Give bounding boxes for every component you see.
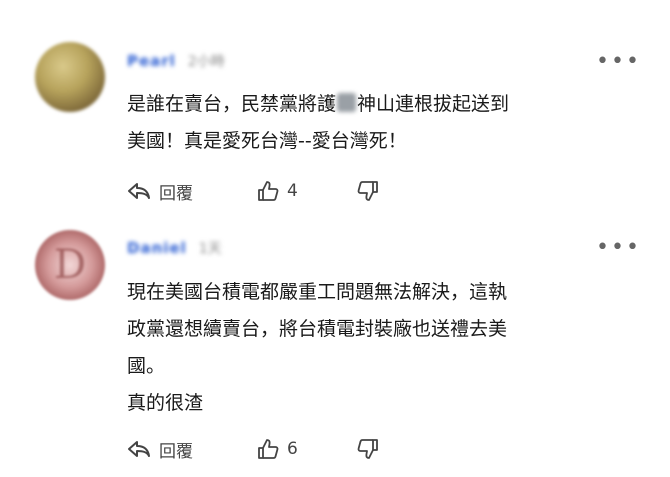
- reply-button[interactable]: 回覆: [127, 179, 257, 204]
- comment-item: Pearl 2小時 ••• 是誰在賣台，民禁黨將護 神山連根拔起送到 美國！真是愛…: [0, 0, 670, 230]
- reply-button[interactable]: 回覆: [127, 437, 257, 462]
- comment-item: D Daniel 1天 ••• 現在美國台積電都嚴重工問題無法解決，這執 政黨還…: [0, 230, 670, 477]
- comment-timestamp: 1天: [198, 241, 222, 257]
- like-button[interactable]: 6: [257, 438, 357, 460]
- comment-actions: 回覆 6: [127, 436, 379, 462]
- redacted-char: [337, 93, 357, 112]
- comment-actions: 回覆 4: [127, 178, 379, 204]
- avatar[interactable]: [35, 42, 105, 112]
- reply-arrow-icon: [128, 441, 150, 457]
- thumbs-down-icon: [357, 181, 378, 201]
- comment-header: Daniel 1天: [127, 237, 222, 259]
- thumbs-down-icon: [357, 439, 378, 459]
- like-button[interactable]: 4: [257, 180, 357, 202]
- avatar[interactable]: D: [35, 230, 105, 300]
- comment-line: 國。: [127, 355, 166, 377]
- comment-line: 真的很渣: [127, 392, 204, 414]
- author-name[interactable]: Daniel: [127, 239, 187, 257]
- author-name[interactable]: Pearl: [127, 52, 176, 70]
- thumbs-up-icon: [258, 439, 279, 459]
- comment-line: 政黨還想續賣台，將台積電封裝廠也送禮去美: [127, 318, 508, 340]
- more-options-icon[interactable]: •••: [596, 51, 639, 73]
- dislike-button[interactable]: [357, 438, 379, 460]
- comment-line: 美國！真是愛死台灣--愛台灣死！: [127, 130, 407, 152]
- avatar-letter-icon: D: [53, 242, 87, 288]
- comment-text: 現在美國台積電都嚴重工問題無法解決，這執 政黨還想續賣台，將台積電封裝廠也送禮去…: [127, 274, 647, 422]
- thumbs-up-icon: [258, 181, 279, 201]
- comment-text: 是誰在賣台，民禁黨將護 神山連根拔起送到 美國！真是愛死台灣--愛台灣死！: [127, 86, 647, 160]
- comment-line: 是誰在賣台，民禁黨將護: [127, 93, 337, 115]
- comment-header: Pearl 2小時: [127, 50, 225, 72]
- dislike-button[interactable]: [357, 180, 379, 202]
- reply-arrow-icon: [128, 183, 150, 199]
- comment-line: 神山連根拔起送到: [357, 93, 510, 115]
- reply-label: 回覆: [159, 441, 193, 462]
- more-options-icon[interactable]: •••: [596, 237, 639, 259]
- comment-line: 現在美國台積電都嚴重工問題無法解決，這執: [127, 281, 508, 303]
- reply-label: 回覆: [159, 183, 193, 204]
- like-count: 6: [287, 439, 298, 459]
- comment-timestamp: 2小時: [187, 54, 225, 70]
- like-count: 4: [287, 181, 298, 201]
